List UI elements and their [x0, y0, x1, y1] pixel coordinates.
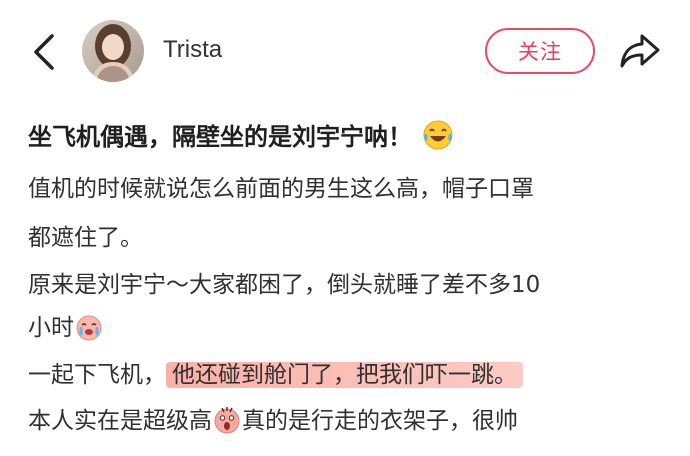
shocked-face-emoji-icon: [212, 405, 242, 435]
tears-of-joy-emoji-icon: [422, 119, 454, 151]
post-line-4: 小时: [28, 312, 104, 343]
post-line-4-text: 小时: [28, 315, 74, 341]
highlighted-text: 他还碰到舱门了，把我们吓一跳。: [166, 362, 523, 388]
post-line-5: 一起下飞机， 他还碰到舱门了，把我们吓一跳。: [28, 360, 523, 390]
share-arrow-icon: [620, 34, 660, 68]
post-line-3: 原来是刘宇宁～大家都困了，倒头就睡了差不多10: [28, 272, 541, 298]
avatar[interactable]: [82, 20, 144, 82]
follow-button[interactable]: 关注: [485, 28, 595, 74]
post-line-6-text-b: 真的是行走的衣架子，很帅: [242, 408, 518, 434]
crying-face-emoji-icon: [74, 312, 104, 342]
post-line-6-text-a: 本人实在是超级高: [28, 408, 212, 434]
chevron-left-icon: [34, 34, 54, 70]
top-bar: Trista 关注: [0, 0, 690, 100]
post-title-text: 坐飞机偶遇，隔壁坐的是刘宇宁呐！: [28, 123, 412, 151]
share-button[interactable]: [618, 30, 662, 70]
username[interactable]: Trista: [163, 36, 222, 64]
post-line-6: 本人实在是超级高 真的是行走的衣架子，很帅: [28, 405, 518, 436]
post-line-1: 值机的时候就说怎么前面的男生这么高，帽子口罩: [28, 176, 534, 202]
text-fade-overlay: [520, 420, 690, 456]
post-title: 坐飞机偶遇，隔壁坐的是刘宇宁呐！: [28, 117, 454, 152]
back-button[interactable]: [30, 32, 58, 72]
post-line-5-text: 一起下飞机，: [28, 362, 166, 388]
post-line-2: 都遮住了。: [28, 225, 143, 251]
avatar-image: [82, 20, 144, 82]
